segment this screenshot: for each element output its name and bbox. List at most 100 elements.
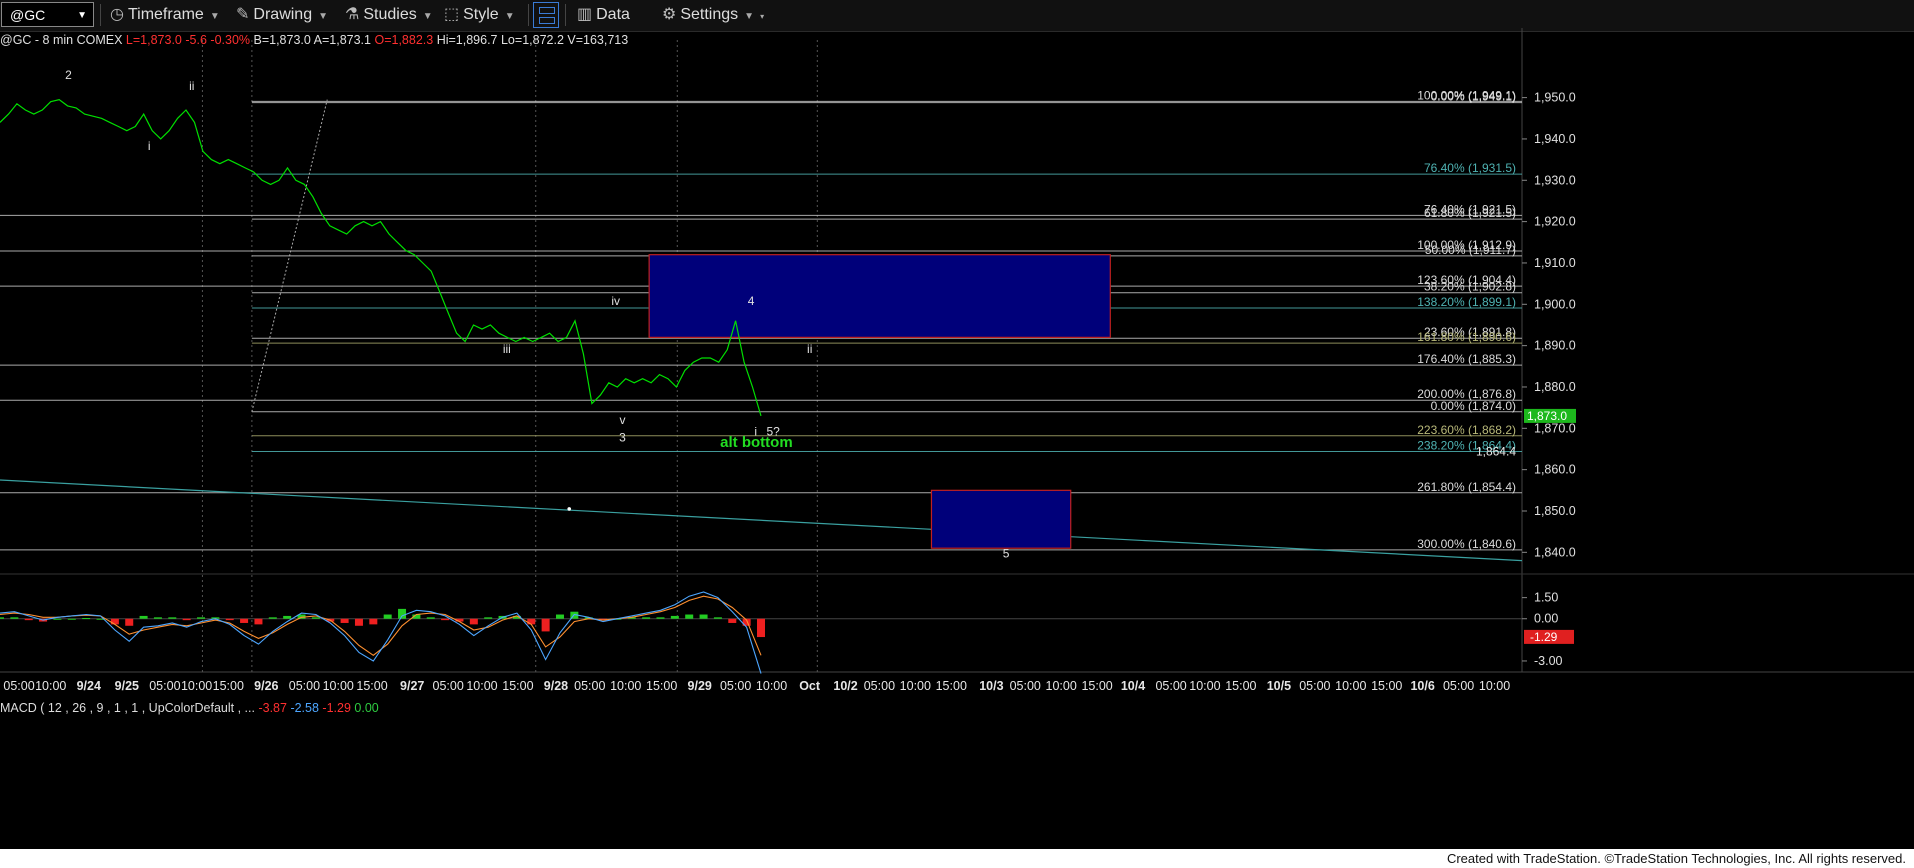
- wave-label: iv: [611, 294, 620, 308]
- macd-histogram-bar: [53, 618, 62, 620]
- x-tick-label: Oct: [799, 679, 821, 693]
- macd-histogram-bar: [469, 618, 478, 625]
- y-tick-label: 1,880.0: [1534, 380, 1576, 394]
- y-tick-label: 1,920.0: [1534, 215, 1576, 229]
- macd-histogram-bar: [642, 617, 651, 619]
- fib-level-label: 300.00% (1,840.6): [1417, 537, 1516, 551]
- price-chart[interactable]: 1,840.0 1,850.0 1,860.0 1,870.0 1,880.0 1,890…: [0, 0, 1914, 849]
- y-tick-label: 1,840.0: [1534, 545, 1576, 559]
- trend-line: [0, 479, 1523, 562]
- wave-label: ii: [807, 342, 812, 356]
- price-line: [0, 99, 762, 417]
- macd-histogram-bar: [713, 617, 722, 619]
- wave-label: 5: [1003, 547, 1010, 561]
- macd-histogram-bar: [685, 614, 694, 619]
- fib-level-label: 50.00% (1,911.7): [1425, 243, 1516, 257]
- y-tick-label: 1,850.0: [1534, 504, 1576, 518]
- fib-level-label: 176.40% (1,885.3): [1417, 352, 1516, 366]
- macd-last-label: -1.29: [1530, 630, 1558, 644]
- x-tick-label: 9/29: [688, 679, 712, 693]
- macd-avg-value: -2.58: [290, 701, 319, 715]
- y-tick-label: 1,900.0: [1534, 297, 1576, 311]
- macd-histogram-bar: [225, 618, 234, 621]
- macd-label: MACD ( 12 , 26 , 9 , 1 , 1 , UpColorDefa…: [0, 701, 255, 715]
- x-tick-label: 9/24: [77, 679, 101, 693]
- wave-label: iii: [503, 342, 511, 356]
- wave-label: v: [619, 413, 625, 427]
- macd-tick-label: -3.00: [1534, 654, 1563, 668]
- fib-level-label: 38.20% (1,902.8): [1424, 280, 1516, 294]
- macd-histogram-bar: [125, 618, 134, 626]
- x-tick-label: 05:00: [1299, 679, 1330, 693]
- macd-histogram-bar: [426, 617, 435, 619]
- x-tick-label: 9/28: [544, 679, 568, 693]
- x-tick-label: 05:00: [1443, 679, 1474, 693]
- x-tick-label: 9/27: [400, 679, 424, 693]
- x-tick-label: 10/4: [1121, 679, 1145, 693]
- macd-histogram-bar: [484, 617, 493, 619]
- x-tick-label: 05:00: [1155, 679, 1186, 693]
- x-tick-label: 9/25: [115, 679, 139, 693]
- macd-histogram-bar: [656, 617, 665, 619]
- copyright-text: Created with TradeStation. ©TradeStation…: [1446, 851, 1906, 866]
- macd-diff-value: -1.29: [322, 701, 351, 715]
- fib-level-label: 161.80% (1,890.6): [1417, 330, 1516, 344]
- macd-histogram-bar: [369, 618, 378, 625]
- x-tick-label: 05:00: [433, 679, 464, 693]
- y-tick-label: 1,940.0: [1534, 132, 1576, 146]
- macd-histogram-bar: [82, 618, 91, 620]
- y-tick-label: 1,930.0: [1534, 173, 1576, 187]
- macd-histogram-bar: [383, 614, 392, 619]
- x-tick-label: 05:00: [574, 679, 605, 693]
- lower-target-box: [930, 489, 1072, 549]
- x-tick-label: 05:00: [289, 679, 320, 693]
- macd-histogram-bar: [240, 618, 249, 623]
- x-tick-label: 05:00: [864, 679, 895, 693]
- macd-histogram-bar: [110, 618, 119, 625]
- y-tick-label: 1,890.0: [1534, 339, 1576, 353]
- footer: Created with TradeStation. ©TradeStation…: [0, 849, 1914, 868]
- macd-histogram-bar: [699, 614, 708, 619]
- wave-label: 3: [619, 431, 626, 445]
- x-tick-label: 05:00: [3, 679, 34, 693]
- macd-histogram-bar: [354, 618, 363, 626]
- x-tick-label: 10:00: [35, 679, 66, 693]
- x-tick-label: 15:00: [213, 679, 244, 693]
- x-tick-label: 15:00: [1081, 679, 1112, 693]
- fib-level-label: 261.80% (1,854.4): [1417, 480, 1516, 494]
- alt-bottom-label: alt bottom: [720, 434, 793, 451]
- fib-level-label: 61.80% (1,921.5): [1424, 206, 1516, 220]
- macd-histogram-bar: [670, 615, 679, 619]
- last-price-label: 1,873.0: [1527, 409, 1567, 423]
- x-tick-label: 9/26: [254, 679, 278, 693]
- fib-level-label: 76.40% (1,931.5): [1424, 161, 1516, 175]
- macd-histogram-bar: [24, 618, 33, 621]
- macd-info-line: MACD ( 12 , 26 , 9 , 1 , 1 , UpColorDefa…: [0, 701, 379, 715]
- macd-histogram-bar: [311, 617, 320, 619]
- macd-zero-value: 0.00: [354, 701, 379, 715]
- x-tick-label: 15:00: [1225, 679, 1256, 693]
- x-tick-label: 10:00: [1479, 679, 1510, 693]
- macd-histogram-bar: [10, 617, 19, 619]
- x-tick-label: 10:00: [1046, 679, 1077, 693]
- x-tick-label: 15:00: [646, 679, 677, 693]
- macd-value: -3.87: [258, 701, 287, 715]
- x-tick-label: 10:00: [900, 679, 931, 693]
- x-tick-label: 05:00: [720, 679, 751, 693]
- fib-level-label: 0.00% (1,874.0): [1431, 399, 1516, 413]
- macd-line: [0, 591, 762, 674]
- macd-histogram-bar: [268, 617, 277, 619]
- wave-label: i: [148, 139, 151, 153]
- x-tick-label: 10:00: [756, 679, 787, 693]
- x-tick-label: 10:00: [323, 679, 354, 693]
- x-tick-label: 10/2: [833, 679, 857, 693]
- x-tick-label: 15:00: [356, 679, 387, 693]
- macd-histogram-bar: [254, 618, 263, 625]
- y-tick-label: 1,870.0: [1534, 421, 1576, 435]
- macd-histogram-bar: [139, 615, 148, 619]
- macd-histogram-bar: [555, 614, 564, 619]
- fib-level-label: 223.60% (1,868.2): [1417, 423, 1516, 437]
- x-tick-label: 05:00: [149, 679, 180, 693]
- macd-histogram-bar: [340, 618, 349, 623]
- x-tick-label: 15:00: [1371, 679, 1402, 693]
